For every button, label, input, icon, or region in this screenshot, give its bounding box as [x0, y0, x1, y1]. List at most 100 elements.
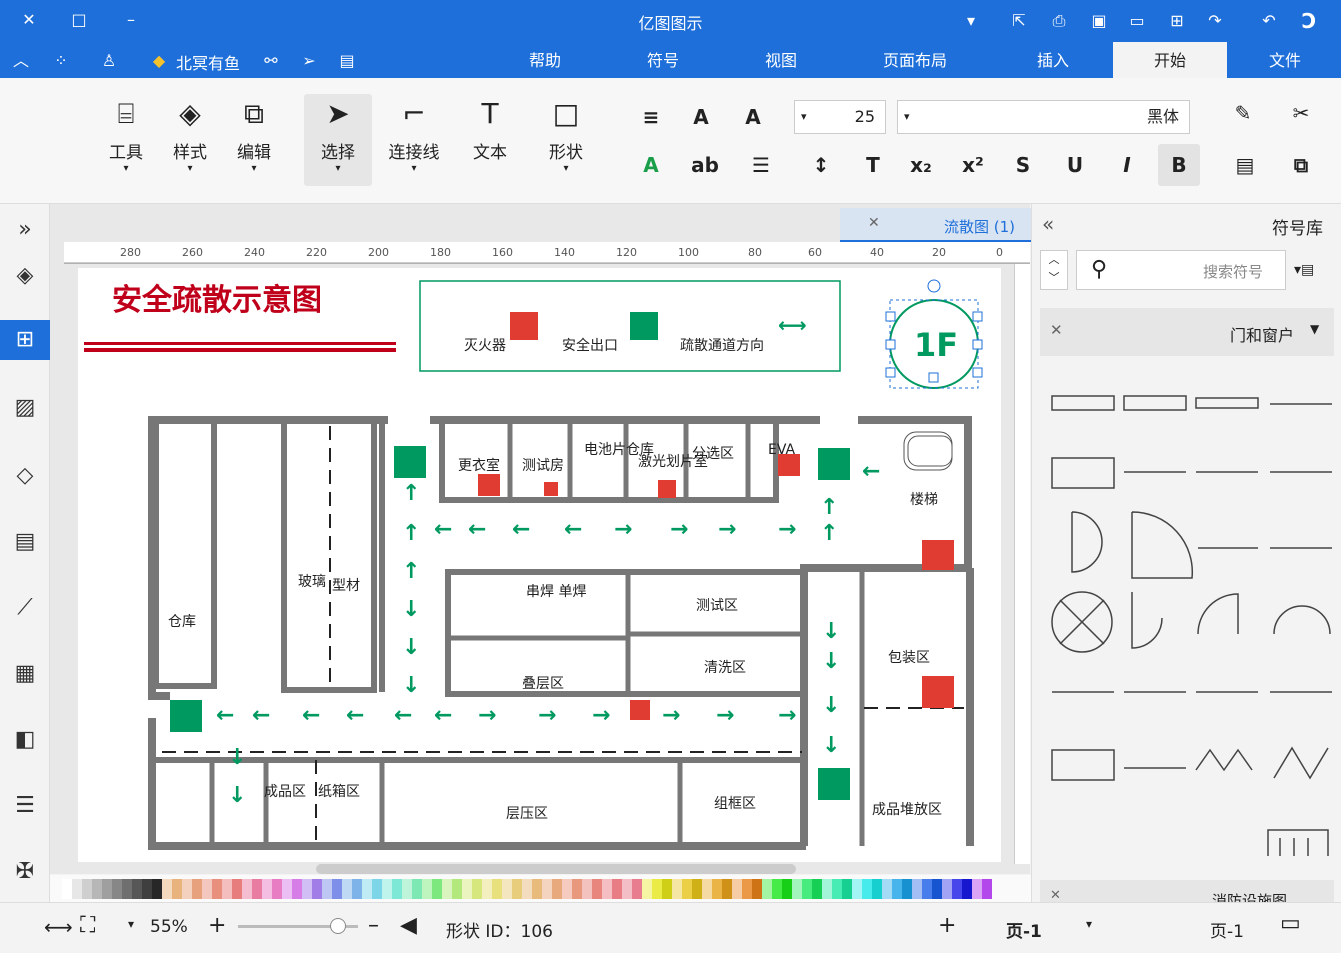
collapse-ribbon-icon[interactable]: ︿: [8, 48, 34, 74]
scroll-updown-button[interactable]: ︿ ﹀: [1040, 250, 1068, 290]
copy-icon[interactable]: ⧉: [1284, 148, 1318, 182]
color-swatch[interactable]: [522, 879, 532, 899]
color-swatch[interactable]: [882, 879, 892, 899]
font-color-icon[interactable]: A: [634, 148, 668, 182]
tools-button[interactable]: ⌸ 工具 ▾: [92, 94, 160, 186]
color-swatch[interactable]: [862, 879, 872, 899]
color-swatch[interactable]: [792, 879, 802, 899]
color-swatch[interactable]: [922, 879, 932, 899]
style-button[interactable]: ◈ 样式 ▾: [156, 94, 224, 186]
color-swatch[interactable]: [392, 879, 402, 899]
color-swatch[interactable]: [602, 879, 612, 899]
plugin-icon[interactable]: ◧: [5, 720, 45, 760]
color-swatch[interactable]: [92, 879, 102, 899]
color-swatch[interactable]: [192, 879, 202, 899]
color-swatch[interactable]: [472, 879, 482, 899]
color-swatch[interactable]: [722, 879, 732, 899]
color-swatch[interactable]: [382, 879, 392, 899]
tab-help[interactable]: 帮助: [510, 42, 580, 78]
close-tab-icon[interactable]: ✕: [868, 215, 880, 231]
color-swatch[interactable]: [502, 879, 512, 899]
bold-icon[interactable]: B: [1158, 144, 1200, 186]
color-swatch[interactable]: [912, 879, 922, 899]
export-icon[interactable]: ⇱: [1006, 8, 1032, 34]
color-swatch[interactable]: [632, 879, 642, 899]
color-swatch[interactable]: [842, 879, 852, 899]
collapse-panel-icon[interactable]: «: [1042, 212, 1054, 236]
font-family-select[interactable]: ▾ 黑体: [897, 100, 1190, 134]
color-swatch[interactable]: [932, 879, 942, 899]
color-swatch[interactable]: [432, 879, 442, 899]
color-swatch[interactable]: [372, 879, 382, 899]
document-icon[interactable]: ▤: [5, 522, 45, 562]
page-tab-active[interactable]: 页-1: [1006, 917, 1042, 942]
color-swatch[interactable]: [452, 879, 462, 899]
color-swatch[interactable]: [362, 879, 372, 899]
tab-view[interactable]: 视图: [746, 42, 816, 78]
user-name[interactable]: 北冥有鱼: [176, 50, 240, 74]
tab-insert[interactable]: 插入: [1018, 42, 1088, 78]
color-swatch[interactable]: [352, 879, 362, 899]
color-swatch[interactable]: [822, 879, 832, 899]
color-swatch[interactable]: [902, 879, 912, 899]
zoom-out-button[interactable]: –: [368, 913, 379, 938]
color-swatch[interactable]: [562, 879, 572, 899]
expand-panel-icon[interactable]: »: [5, 210, 45, 250]
color-swatch[interactable]: [252, 879, 262, 899]
italic-icon[interactable]: I: [1110, 148, 1144, 182]
quick-access-dropdown-icon[interactable]: ▾: [958, 8, 984, 34]
add-page-button[interactable]: +: [938, 913, 956, 938]
color-swatch[interactable]: [492, 879, 502, 899]
color-swatch[interactable]: [122, 879, 132, 899]
save-icon[interactable]: ▣: [1086, 8, 1112, 34]
fullscreen-icon[interactable]: ⛶: [80, 913, 95, 938]
fit-width-icon[interactable]: ⟷: [44, 915, 73, 939]
tab-layout[interactable]: 页面布局: [860, 42, 970, 78]
color-swatch[interactable]: [552, 879, 562, 899]
color-swatch[interactable]: [752, 879, 762, 899]
color-swatch[interactable]: [592, 879, 602, 899]
color-swatch[interactable]: [152, 879, 162, 899]
color-swatch[interactable]: [112, 879, 122, 899]
font-increase-icon[interactable]: A: [736, 100, 770, 134]
color-swatch[interactable]: [612, 879, 622, 899]
color-swatch[interactable]: [332, 879, 342, 899]
symbols-grid-icon[interactable]: ⊞: [0, 320, 50, 360]
color-swatch[interactable]: [402, 879, 412, 899]
text-button[interactable]: T 文本: [456, 94, 524, 186]
skin-icon[interactable]: ♙: [96, 48, 122, 74]
zoom-slider-handle[interactable]: [330, 918, 346, 934]
color-swatch[interactable]: [542, 879, 552, 899]
color-swatch[interactable]: [942, 879, 952, 899]
color-swatch[interactable]: [832, 879, 842, 899]
symbol-search-input[interactable]: ⚲ 搜索符号: [1076, 250, 1286, 290]
color-swatch[interactable]: [742, 879, 752, 899]
color-swatch[interactable]: [702, 879, 712, 899]
color-swatch[interactable]: [302, 879, 312, 899]
horizontal-scrollbar[interactable]: [316, 864, 796, 874]
tab-symbol[interactable]: 符号: [628, 42, 698, 78]
door-window-symbols[interactable]: [1042, 372, 1338, 868]
color-swatch[interactable]: [952, 879, 962, 899]
color-swatch[interactable]: [342, 879, 352, 899]
font-decrease-icon[interactable]: A: [684, 100, 718, 134]
color-swatch[interactable]: [412, 879, 422, 899]
color-swatch[interactable]: [282, 879, 292, 899]
color-swatch[interactable]: [802, 879, 812, 899]
color-swatch[interactable]: [982, 879, 992, 899]
cursor-icon[interactable]: ➢: [296, 48, 322, 74]
format-painter-icon[interactable]: ✎: [1226, 96, 1260, 130]
align-icon[interactable]: ≡: [634, 100, 668, 134]
tab-start[interactable]: 开始: [1113, 42, 1227, 78]
color-swatch[interactable]: [712, 879, 722, 899]
color-swatch[interactable]: [292, 879, 302, 899]
color-swatch[interactable]: [642, 879, 652, 899]
cut-icon[interactable]: ✂: [1284, 96, 1318, 130]
color-swatch[interactable]: [212, 879, 222, 899]
paste-icon[interactable]: ▤: [1228, 148, 1262, 182]
play-icon[interactable]: ◀: [400, 913, 417, 938]
superscript-icon[interactable]: x²: [956, 148, 990, 182]
strikethrough-icon[interactable]: S: [1006, 148, 1040, 182]
color-swatch[interactable]: [322, 879, 332, 899]
layers-icon[interactable]: ◇: [5, 456, 45, 496]
